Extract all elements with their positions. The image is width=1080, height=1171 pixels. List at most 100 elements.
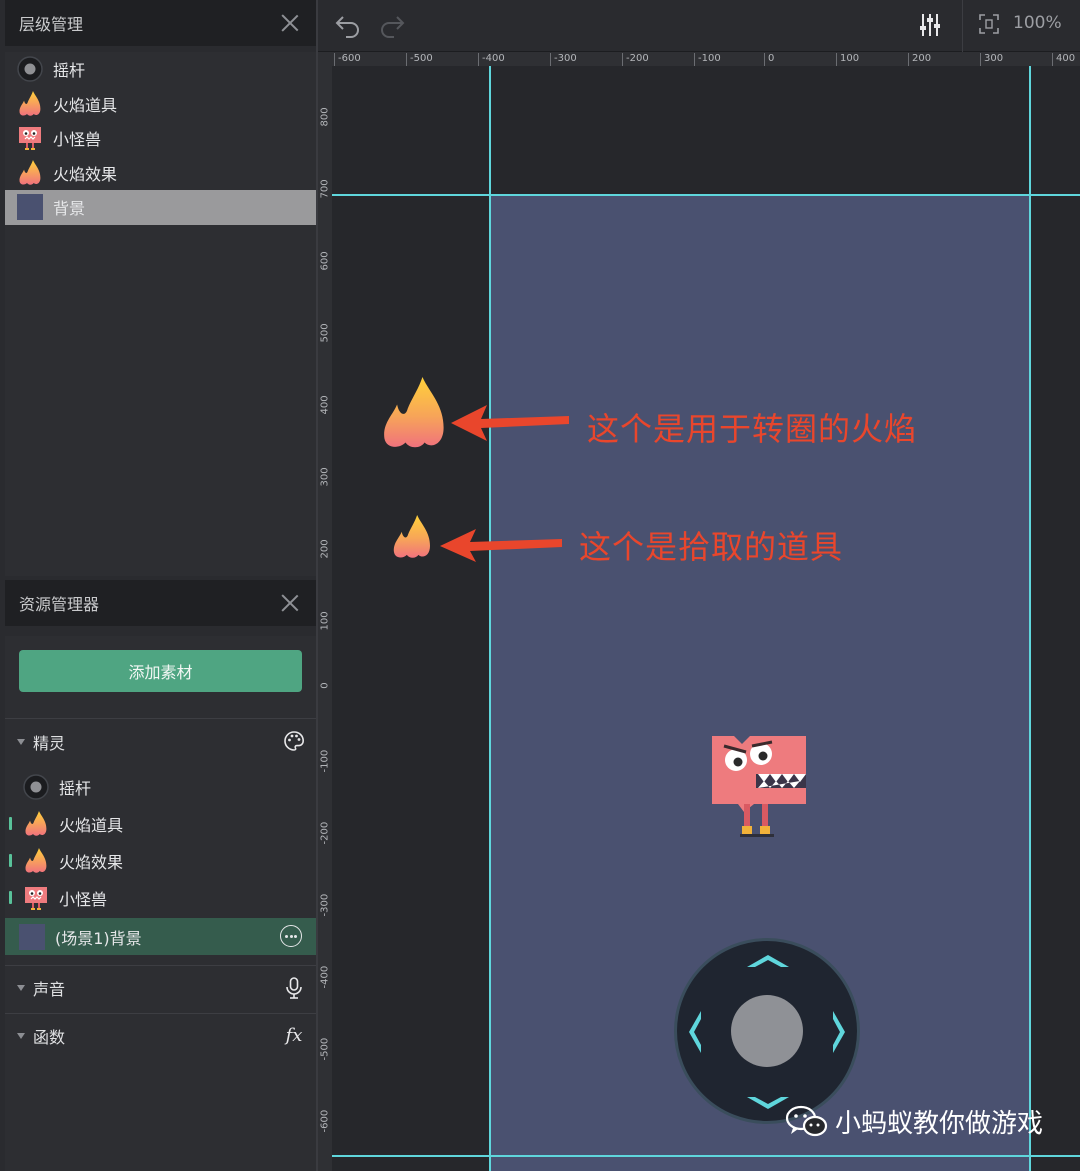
layer-item-label: 小怪兽 bbox=[53, 130, 102, 150]
layer-item-background[interactable]: 背景 bbox=[5, 190, 316, 225]
editor-toolbar: 100% bbox=[318, 0, 1080, 52]
layer-item-label: 摇杆 bbox=[53, 61, 86, 81]
close-icon[interactable] bbox=[280, 13, 300, 33]
guide-line[interactable] bbox=[1029, 66, 1031, 1171]
flame-icon bbox=[23, 810, 49, 837]
annotation-arrow bbox=[451, 405, 569, 441]
ruler-tick: 300 bbox=[319, 467, 331, 487]
layer-item-joystick[interactable]: 摇杆 bbox=[5, 52, 316, 87]
function-icon[interactable]: fx bbox=[282, 1024, 306, 1048]
asset-item-flame-item[interactable]: 火焰道具 bbox=[5, 805, 316, 842]
ruler-tick: -400 bbox=[319, 965, 331, 989]
undo-icon[interactable] bbox=[334, 12, 362, 42]
layer-item-label: 火焰道具 bbox=[53, 95, 118, 115]
section-label: 精灵 bbox=[33, 734, 66, 753]
fit-screen-icon[interactable] bbox=[978, 13, 1000, 39]
asset-panel: 添加素材 精灵 摇杆 火焰道具 火焰效果 小怪兽 (场景1)背景 声音 函数 f… bbox=[5, 636, 316, 1171]
joystick-knob[interactable] bbox=[731, 995, 803, 1067]
microphone-icon[interactable] bbox=[282, 976, 306, 1000]
ruler-tick: -400 bbox=[478, 53, 505, 66]
asset-item-label: 摇杆 bbox=[59, 778, 92, 798]
background-icon bbox=[17, 194, 43, 221]
ruler-tick: -500 bbox=[406, 53, 433, 66]
ruler-tick: 100 bbox=[319, 611, 331, 631]
layer-item-flame-effect[interactable]: 火焰效果 bbox=[5, 156, 316, 191]
ruler-tick: 500 bbox=[319, 323, 331, 343]
ruler-tick: 400 bbox=[1051, 53, 1076, 66]
joystick-icon bbox=[17, 56, 43, 82]
guide-line[interactable] bbox=[332, 1155, 1080, 1157]
asset-item-flame-effect[interactable]: 火焰效果 bbox=[5, 842, 316, 879]
section-functions[interactable]: 函数 fx bbox=[5, 1016, 316, 1056]
more-options-icon[interactable] bbox=[280, 925, 302, 947]
pickup-flame-sprite[interactable] bbox=[391, 515, 433, 560]
guide-line[interactable] bbox=[332, 194, 1080, 196]
layer-item-flame-item[interactable]: 火焰道具 bbox=[5, 87, 316, 122]
section-sound[interactable]: 声音 bbox=[5, 968, 316, 1008]
vertical-ruler: 800 700 600 500 400 300 200 100 0 -100 -… bbox=[318, 66, 332, 1171]
ruler-tick: 400 bbox=[319, 395, 331, 415]
layer-panel-header: 层级管理 bbox=[5, 0, 316, 46]
asset-item-label: 小怪兽 bbox=[59, 889, 108, 909]
chevron-left-icon[interactable] bbox=[685, 1009, 705, 1055]
section-sprites[interactable]: 精灵 bbox=[5, 722, 316, 762]
chevron-right-icon[interactable] bbox=[829, 1009, 849, 1055]
ruler-tick: -300 bbox=[319, 893, 331, 917]
ruler-tick: -100 bbox=[694, 53, 721, 66]
layer-list: 摇杆 火焰道具 小怪兽 火焰效果 背景 bbox=[5, 52, 316, 576]
watermark-text: 小蚂蚁教你做游戏 bbox=[835, 1109, 1044, 1139]
flame-icon bbox=[17, 159, 43, 186]
chevron-down-icon bbox=[17, 1033, 25, 1039]
scene-canvas[interactable]: 这个是用于转圈的火焰 这个是拾取的道具 bbox=[332, 66, 1080, 1171]
guide-line[interactable] bbox=[489, 66, 491, 1171]
spin-flame-sprite[interactable] bbox=[379, 377, 449, 451]
used-marker bbox=[9, 854, 12, 867]
section-label: 声音 bbox=[33, 980, 66, 999]
horizontal-ruler: -600 -500 -400 -300 -200 -100 0 100 200 … bbox=[318, 52, 1080, 66]
ruler-tick: -600 bbox=[334, 53, 361, 66]
annotation-arrow bbox=[440, 529, 562, 562]
asset-item-joystick[interactable]: 摇杆 bbox=[5, 768, 316, 805]
ruler-tick: 600 bbox=[319, 251, 331, 271]
asset-panel-title: 资源管理器 bbox=[19, 595, 100, 614]
ruler-tick: 200 bbox=[907, 53, 932, 66]
joystick-control[interactable] bbox=[674, 938, 860, 1124]
asset-item-monster[interactable]: 小怪兽 bbox=[5, 879, 316, 916]
ruler-tick: 0 bbox=[763, 53, 775, 66]
palette-icon[interactable] bbox=[282, 730, 306, 754]
used-marker bbox=[9, 817, 12, 830]
chevron-up-icon[interactable] bbox=[745, 951, 791, 971]
layer-item-monster[interactable]: 小怪兽 bbox=[5, 121, 316, 156]
ruler-tick: 800 bbox=[319, 107, 331, 127]
left-sidebar: 层级管理 摇杆 火焰道具 小怪兽 火焰效果 背景 资源管理器 添加素材 精灵 摇… bbox=[0, 0, 318, 1171]
monster-icon bbox=[23, 885, 49, 911]
layer-item-label: 火焰效果 bbox=[53, 164, 118, 184]
redo-icon[interactable] bbox=[378, 12, 406, 42]
divider bbox=[5, 1013, 316, 1014]
toolbar-separator bbox=[962, 0, 963, 52]
ruler-tick: -200 bbox=[622, 53, 649, 66]
asset-item-label: (场景1)背景 bbox=[55, 928, 142, 948]
chevron-down-icon bbox=[17, 739, 25, 745]
zoom-level[interactable]: 100% bbox=[1013, 13, 1062, 33]
ruler-tick: -500 bbox=[319, 1037, 331, 1061]
asset-item-label: 火焰道具 bbox=[59, 815, 124, 835]
layer-panel-title: 层级管理 bbox=[19, 15, 84, 34]
adjust-settings-icon[interactable] bbox=[918, 12, 942, 42]
joystick-icon bbox=[23, 773, 49, 800]
annotation-spin-flame: 这个是用于转圈的火焰 bbox=[587, 410, 918, 448]
ruler-tick: 300 bbox=[979, 53, 1004, 66]
ruler-tick: -100 bbox=[319, 749, 331, 773]
ruler-tick: -300 bbox=[550, 53, 577, 66]
add-asset-button[interactable]: 添加素材 bbox=[19, 650, 302, 692]
section-label: 函数 bbox=[33, 1028, 66, 1047]
close-icon[interactable] bbox=[280, 593, 300, 613]
chevron-down-icon bbox=[17, 985, 25, 991]
ruler-tick: 700 bbox=[319, 179, 331, 199]
asset-item-background[interactable]: (场景1)背景 bbox=[5, 918, 316, 955]
background-icon bbox=[19, 923, 45, 950]
ruler-tick: 0 bbox=[319, 682, 331, 689]
asset-item-label: 火焰效果 bbox=[59, 852, 124, 872]
wechat-icon bbox=[785, 1105, 828, 1136]
monster-sprite[interactable] bbox=[710, 734, 808, 838]
